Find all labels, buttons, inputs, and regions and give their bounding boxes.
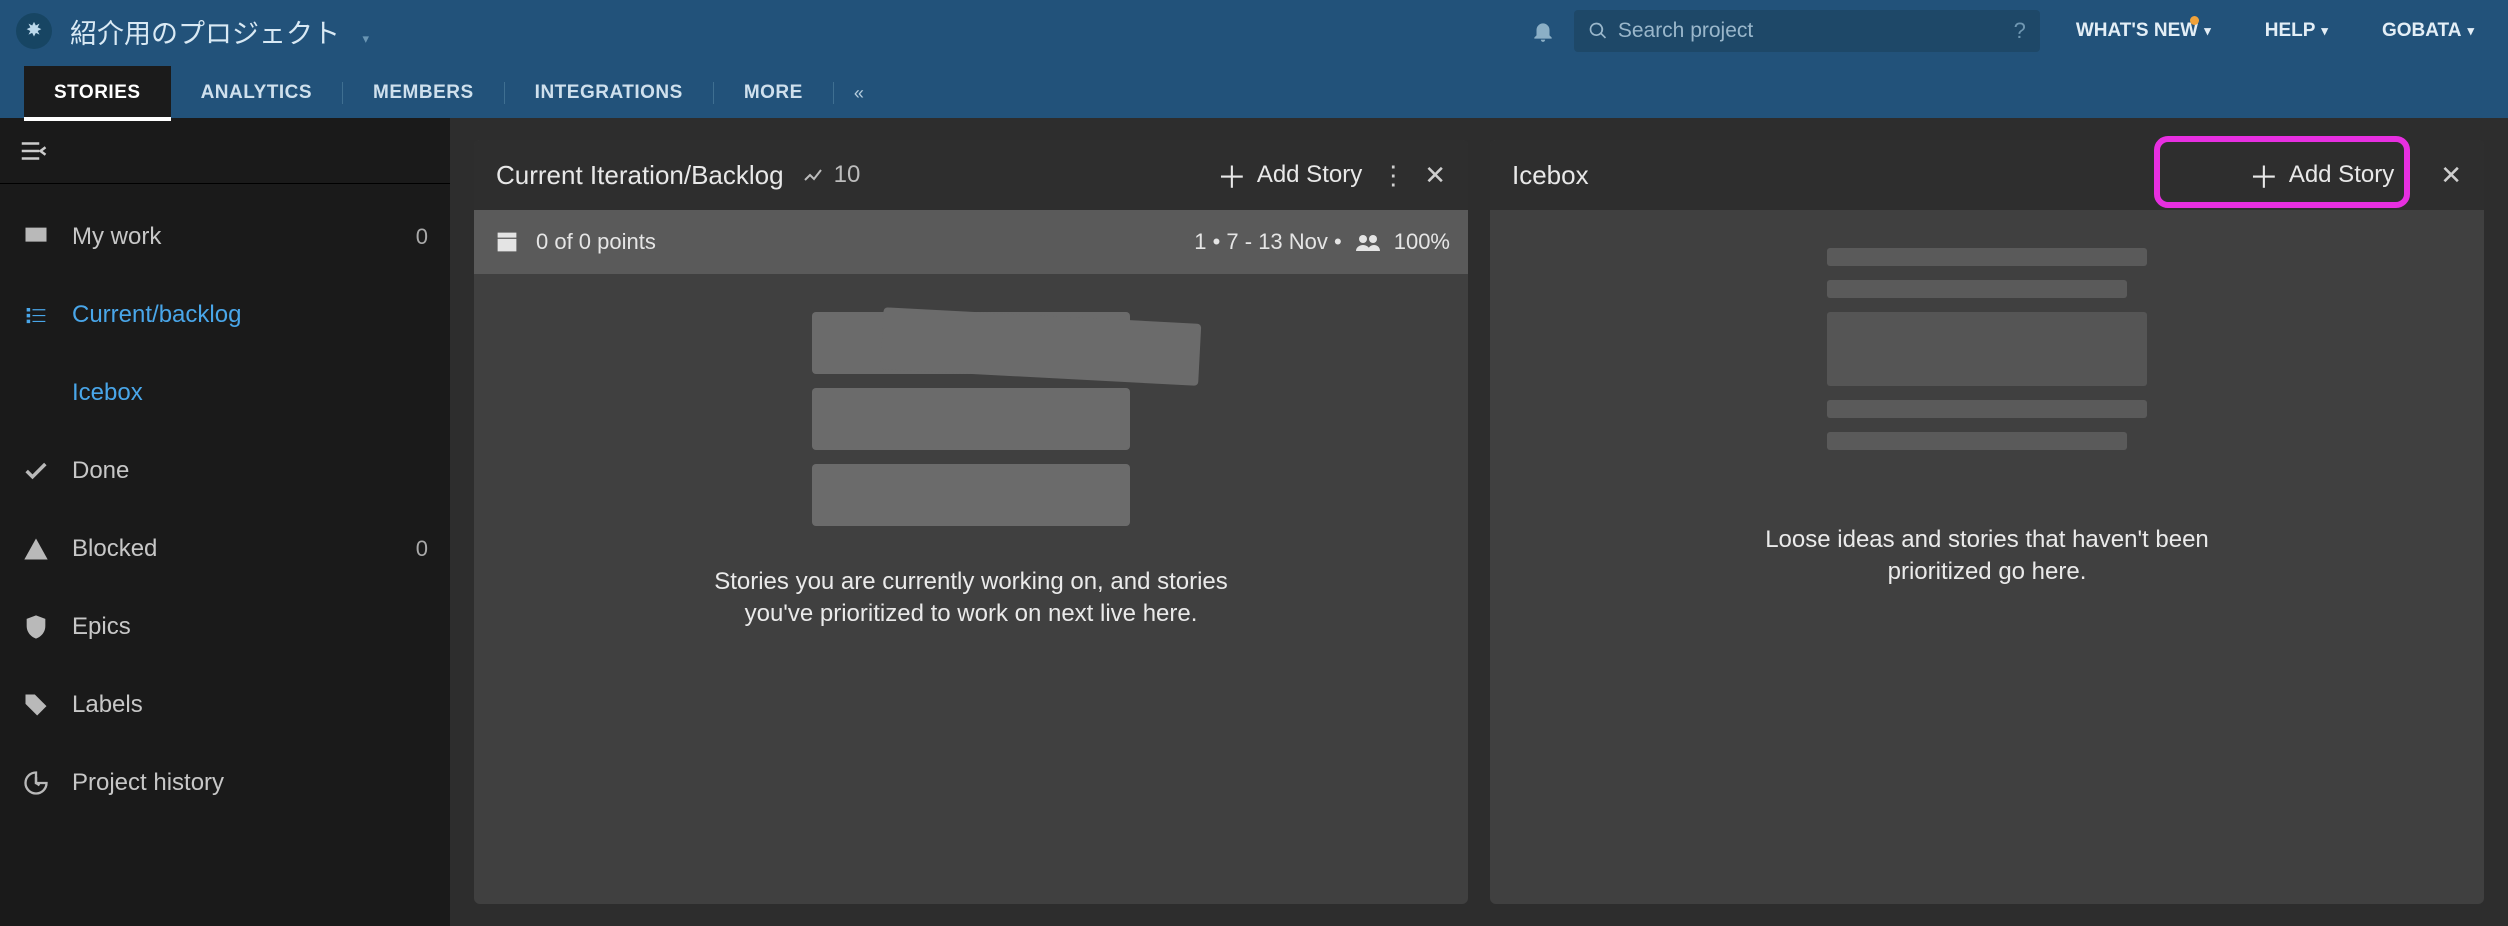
iteration-points: 0 of 0 points [536,229,656,255]
panel-current-backlog: Current Iteration/Backlog 10 ＋ Add Story… [474,140,1468,904]
empty-illustration [812,312,1130,526]
sidebar-item-icebox[interactable]: Icebox [0,354,450,432]
project-caret-icon: ▾ [363,31,370,46]
sidebar-item-blocked[interactable]: Blocked 0 [0,510,450,588]
tab-integrations-label: INTEGRATIONS [535,82,683,103]
sidebar: My work 0 Current/backlog Icebox Done Bl… [0,118,450,926]
history-icon [22,769,50,797]
empty-state-text: Loose ideas and stories that haven't bee… [1727,524,2247,589]
sidebar-collapse[interactable] [0,118,450,184]
add-story-label: Add Story [1257,161,1362,189]
user-label: GOBATA [2382,20,2462,42]
sidebar-item-current-backlog[interactable]: Current/backlog [0,276,450,354]
boards-area: Current Iteration/Backlog 10 ＋ Add Story… [450,118,2508,926]
sidebar-label: My work [72,223,161,251]
panel-close-icon[interactable]: ✕ [2440,160,2462,191]
tab-stories-label: STORIES [54,82,141,103]
chevron-down-icon: ▾ [2467,23,2474,39]
sidebar-label: Project history [72,769,224,797]
search-input[interactable] [1618,19,2004,43]
trend-icon [802,163,826,187]
tag-icon [22,691,50,719]
plus-icon: ＋ [2249,153,2279,197]
panel-icebox: Icebox ＋ Add Story ✕ Loose ideas and sto… [1490,140,2484,904]
collapse-nav-icon[interactable]: « [834,71,884,118]
sidebar-label: Done [72,457,129,485]
empty-state-text: Stories you are currently working on, an… [711,566,1231,631]
people-icon [1354,232,1382,252]
help-label: HELP [2265,20,2316,42]
add-story-label: Add Story [2289,161,2394,189]
panel-header: Current Iteration/Backlog 10 ＋ Add Story… [474,140,1468,210]
chevron-down-icon: ▾ [2204,23,2211,39]
whats-new-label: WHAT'S NEW [2076,20,2198,42]
search-box[interactable]: ? [1574,10,2040,52]
velocity-value: 10 [834,161,861,189]
tab-analytics[interactable]: ANALYTICS [171,66,342,118]
panel-body: Loose ideas and stories that haven't bee… [1490,210,2484,904]
sidebar-item-history[interactable]: Project history [0,744,450,822]
panel-header: Icebox ＋ Add Story ✕ [1490,140,2484,210]
empty-illustration [1827,248,2147,464]
user-menu[interactable]: GOBATA ▾ [2364,20,2492,42]
whats-new-menu[interactable]: WHAT'S NEW ▾ [2058,20,2229,42]
app-logo[interactable] [16,13,52,49]
notifications-bell-icon[interactable] [1530,18,1556,44]
panel-title: Icebox [1512,160,1589,191]
warning-icon [22,535,50,563]
tab-analytics-label: ANALYTICS [201,82,312,103]
check-icon [22,457,50,485]
whats-new-badge [2190,16,2199,25]
search-icon [1588,21,1608,41]
calendar-icon [492,227,522,257]
sidebar-item-labels[interactable]: Labels [0,666,450,744]
project-title-text: 紹介用のプロジェクト [70,19,340,49]
list-icon [22,301,50,329]
tab-more-label: MORE [744,82,803,103]
sidebar-item-epics[interactable]: Epics [0,588,450,666]
panel-menu-icon[interactable]: ⋮ [1380,160,1406,191]
panel-body: Stories you are currently working on, an… [474,274,1468,904]
velocity-indicator[interactable]: 10 [802,161,861,189]
tab-members-label: MEMBERS [373,82,474,103]
plus-icon: ＋ [1217,153,1247,197]
topbar: 紹介用のプロジェクト ▾ ? WHAT'S NEW ▾ HELP ▾ GOBAT… [0,0,2508,62]
help-menu[interactable]: HELP ▾ [2247,20,2346,42]
tab-stories[interactable]: STORIES [24,66,171,118]
iteration-percent: 100% [1394,229,1450,255]
tab-more[interactable]: MORE [714,66,833,118]
iteration-range: 1 • 7 - 13 Nov • [1194,229,1341,255]
sidebar-label: Icebox [72,379,143,407]
shield-icon [22,613,50,641]
add-story-button[interactable]: ＋ Add Story [1217,153,1362,197]
search-help-icon[interactable]: ? [2014,18,2026,44]
main-area: My work 0 Current/backlog Icebox Done Bl… [0,118,2508,926]
panel-close-icon[interactable]: ✕ [1424,160,1446,191]
tab-members[interactable]: MEMBERS [343,66,504,118]
panel-title: Current Iteration/Backlog [496,160,784,191]
project-tabs: STORIES ANALYTICS MEMBERS INTEGRATIONS M… [0,62,2508,118]
iteration-bar[interactable]: 0 of 0 points 1 • 7 - 13 Nov • 100% [474,210,1468,274]
sidebar-label: Epics [72,613,131,641]
project-title[interactable]: 紹介用のプロジェクト ▾ [70,12,369,51]
monitor-icon [22,223,50,251]
sidebar-label: Current/backlog [72,301,241,329]
sidebar-count: 0 [416,536,428,562]
sidebar-label: Labels [72,691,143,719]
sidebar-count: 0 [416,224,428,250]
add-story-button[interactable]: ＋ Add Story [2249,153,2394,197]
tab-integrations[interactable]: INTEGRATIONS [505,66,713,118]
snowflake-icon [22,379,50,407]
sidebar-item-my-work[interactable]: My work 0 [0,198,450,276]
chevron-down-icon: ▾ [2321,23,2328,39]
sidebar-item-done[interactable]: Done [0,432,450,510]
sidebar-label: Blocked [72,535,157,563]
